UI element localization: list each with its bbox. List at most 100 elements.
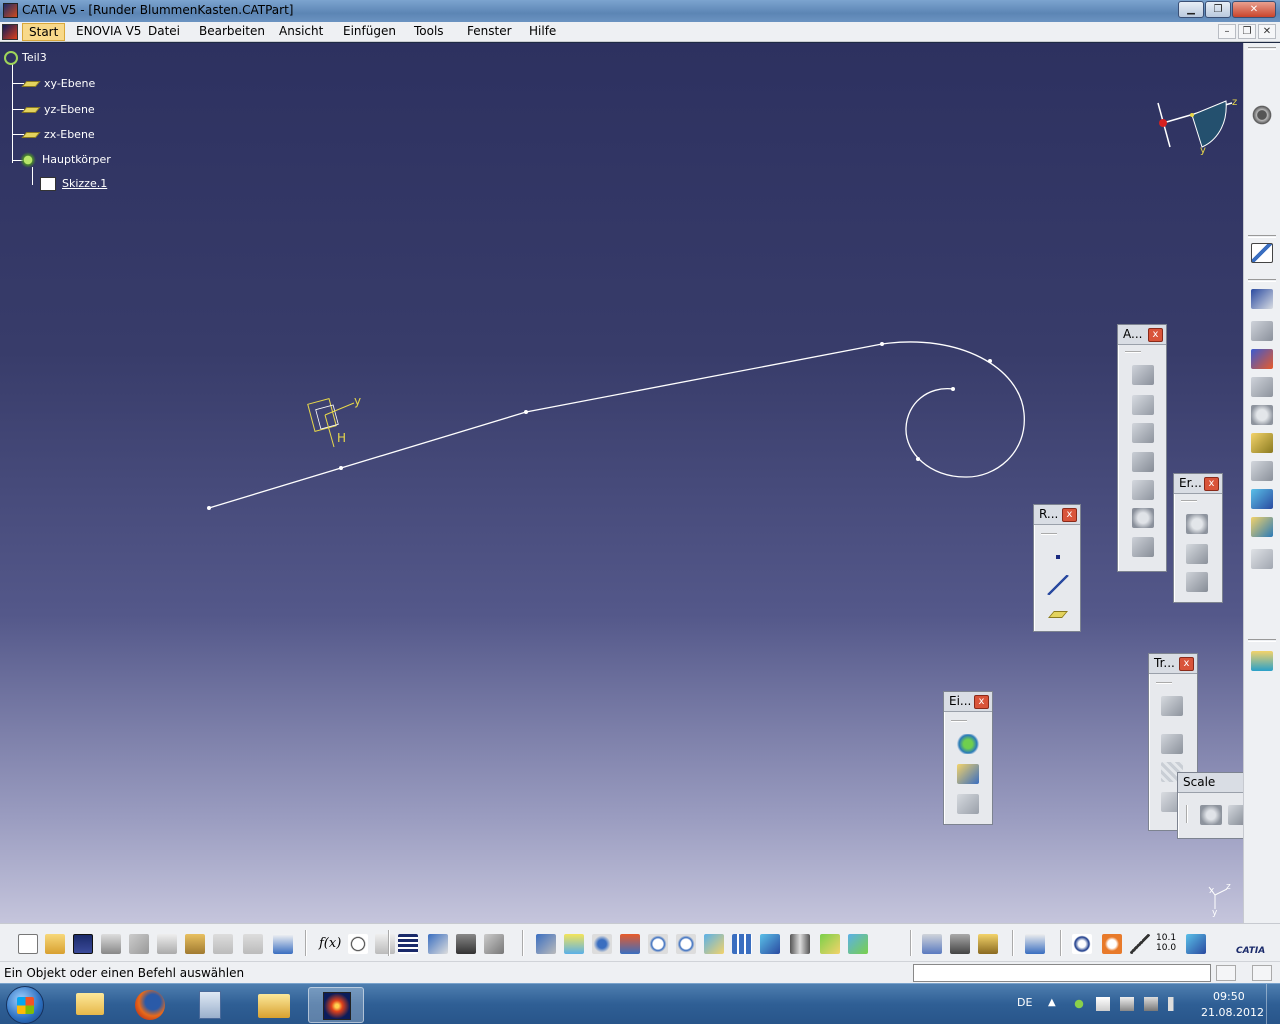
battery-icon[interactable] xyxy=(1120,997,1134,1011)
paste-icon[interactable] xyxy=(185,934,205,954)
floating-toolbar-er[interactable]: Er... x xyxy=(1173,473,1223,603)
doc-close-button[interactable]: ✕ xyxy=(1258,24,1276,39)
minimize-button[interactable]: ▁ xyxy=(1178,1,1204,18)
menu-hilfe[interactable]: Hilfe xyxy=(529,24,556,38)
surface-icon[interactable] xyxy=(1251,433,1273,453)
rotate-icon[interactable] xyxy=(620,934,640,954)
toolbar-close-button[interactable]: x xyxy=(1204,477,1219,491)
zoom-in-icon[interactable] xyxy=(648,934,668,954)
comment-icon[interactable] xyxy=(348,934,368,954)
floating-toolbar-ei[interactable]: Ei... x xyxy=(943,691,993,825)
status-option-button[interactable] xyxy=(1216,965,1236,981)
multi-view-icon[interactable] xyxy=(732,934,752,954)
swirl-icon[interactable] xyxy=(1072,934,1092,954)
cut-icon[interactable] xyxy=(129,934,149,954)
menu-datei[interactable]: Datei xyxy=(148,24,180,38)
groove-icon[interactable] xyxy=(1132,537,1154,557)
floating-toolbar-a[interactable]: A... x xyxy=(1117,324,1167,572)
measure-between-icon[interactable] xyxy=(922,934,942,954)
network-icon[interactable] xyxy=(1144,997,1158,1011)
document-menu-icon[interactable] xyxy=(2,24,18,40)
language-indicator[interactable]: DE xyxy=(1017,996,1032,1009)
copy-icon[interactable] xyxy=(157,934,177,954)
shell-icon[interactable] xyxy=(1186,572,1208,592)
tree-icon[interactable] xyxy=(428,934,448,954)
hole-icon[interactable] xyxy=(1132,508,1154,528)
mirror-icon[interactable] xyxy=(1161,734,1183,754)
menu-tools[interactable]: Tools xyxy=(414,24,444,38)
toolbar-close-button[interactable]: x xyxy=(974,695,989,709)
formula-icon[interactable]: f(x) xyxy=(319,936,341,951)
menu-enovia[interactable]: ENOVIA V5 xyxy=(76,24,141,38)
3d-viewport[interactable]: Teil3 xy-Ebene yz-Ebene zx-Ebene Hauptkö… xyxy=(0,43,1262,923)
menu-ansicht[interactable]: Ansicht xyxy=(279,24,323,38)
clock-time[interactable]: 09:50 xyxy=(1213,990,1245,1003)
doc-restore-button[interactable]: ❐ xyxy=(1238,24,1256,39)
normal-view-icon[interactable] xyxy=(704,934,724,954)
toolbar-handle[interactable] xyxy=(1248,47,1276,50)
show-desktop-button[interactable] xyxy=(1266,984,1280,1024)
fly-mode-icon[interactable] xyxy=(536,934,556,954)
toolbar-grip[interactable] xyxy=(951,720,967,722)
lock-icon[interactable] xyxy=(456,934,476,954)
open-folder-icon[interactable] xyxy=(45,934,65,954)
measure-inertia-icon[interactable] xyxy=(978,934,998,954)
axis-icon[interactable] xyxy=(1130,934,1150,954)
toolbar-handle[interactable] xyxy=(1248,235,1276,238)
rib-icon[interactable] xyxy=(1132,452,1154,472)
cube-icon[interactable] xyxy=(1251,489,1273,509)
swap-visible-icon[interactable] xyxy=(848,934,868,954)
update-icon[interactable] xyxy=(1025,934,1045,954)
floating-toolbar-r[interactable]: R... x xyxy=(1033,504,1081,632)
help-icon[interactable] xyxy=(273,934,293,954)
loft-icon[interactable] xyxy=(1132,480,1154,500)
power-input-field[interactable] xyxy=(913,964,1211,982)
taskbar-app-catia[interactable] xyxy=(308,987,364,1023)
toolbar-handle[interactable] xyxy=(1248,279,1276,282)
save-icon[interactable] xyxy=(73,934,93,954)
table-icon[interactable] xyxy=(398,934,418,954)
maximize-button[interactable]: ❐ xyxy=(1205,1,1231,18)
layers-icon[interactable] xyxy=(1251,651,1273,671)
toolbar-grip[interactable] xyxy=(1181,500,1197,502)
show-hidden-icons-icon[interactable]: ▲ xyxy=(1048,997,1062,1011)
toolbar-grip[interactable] xyxy=(1041,533,1057,535)
measure-item-icon[interactable] xyxy=(950,934,970,954)
print-icon[interactable] xyxy=(101,934,121,954)
measure-icon[interactable] xyxy=(1251,517,1273,537)
number-display-icon[interactable]: 10.1 10.0 xyxy=(1156,933,1180,953)
point-icon[interactable] xyxy=(1047,547,1069,567)
zoom-out-icon[interactable] xyxy=(676,934,696,954)
menu-start[interactable]: Start xyxy=(22,23,66,41)
toolbar-grip[interactable] xyxy=(1125,351,1141,353)
pan-icon[interactable] xyxy=(592,934,612,954)
cylinder-icon[interactable] xyxy=(1251,377,1273,397)
catalog-icon[interactable] xyxy=(957,794,979,814)
parameters-icon[interactable] xyxy=(484,934,504,954)
scan-icon[interactable] xyxy=(957,764,979,784)
sketch-geometry[interactable]: y H z y x z y xyxy=(0,43,1243,923)
menu-bearbeiten[interactable]: Bearbeiten xyxy=(199,24,265,38)
volume-icon[interactable] xyxy=(1168,997,1182,1011)
snap-icon[interactable] xyxy=(1186,934,1206,954)
draft-icon[interactable] xyxy=(1251,549,1273,569)
shading-icon[interactable] xyxy=(790,934,810,954)
sketcher-icon[interactable] xyxy=(1251,243,1273,263)
taskbar-app-calculator[interactable] xyxy=(182,987,238,1023)
sketch-icon[interactable] xyxy=(1251,321,1273,341)
windows-start-button[interactable] xyxy=(6,986,44,1024)
taskbar-app-libraries[interactable] xyxy=(62,987,118,1023)
fit-all-icon[interactable] xyxy=(564,934,584,954)
close-button[interactable]: ✕ xyxy=(1232,1,1276,18)
action-center-icon[interactable] xyxy=(1096,997,1110,1011)
redo-icon[interactable] xyxy=(243,934,263,954)
doc-minimize-button[interactable]: – xyxy=(1218,24,1236,39)
menu-fenster[interactable]: Fenster xyxy=(467,24,512,38)
catia-app-icon[interactable] xyxy=(3,3,18,18)
toolbar-grip[interactable] xyxy=(1156,682,1172,684)
shaft-icon[interactable] xyxy=(1132,423,1154,443)
thickness-icon[interactable] xyxy=(1251,461,1273,481)
toolbar-close-button[interactable]: x xyxy=(1062,508,1077,522)
fillet-icon[interactable] xyxy=(1186,514,1208,534)
toolbar-close-button[interactable]: x xyxy=(1148,328,1163,342)
